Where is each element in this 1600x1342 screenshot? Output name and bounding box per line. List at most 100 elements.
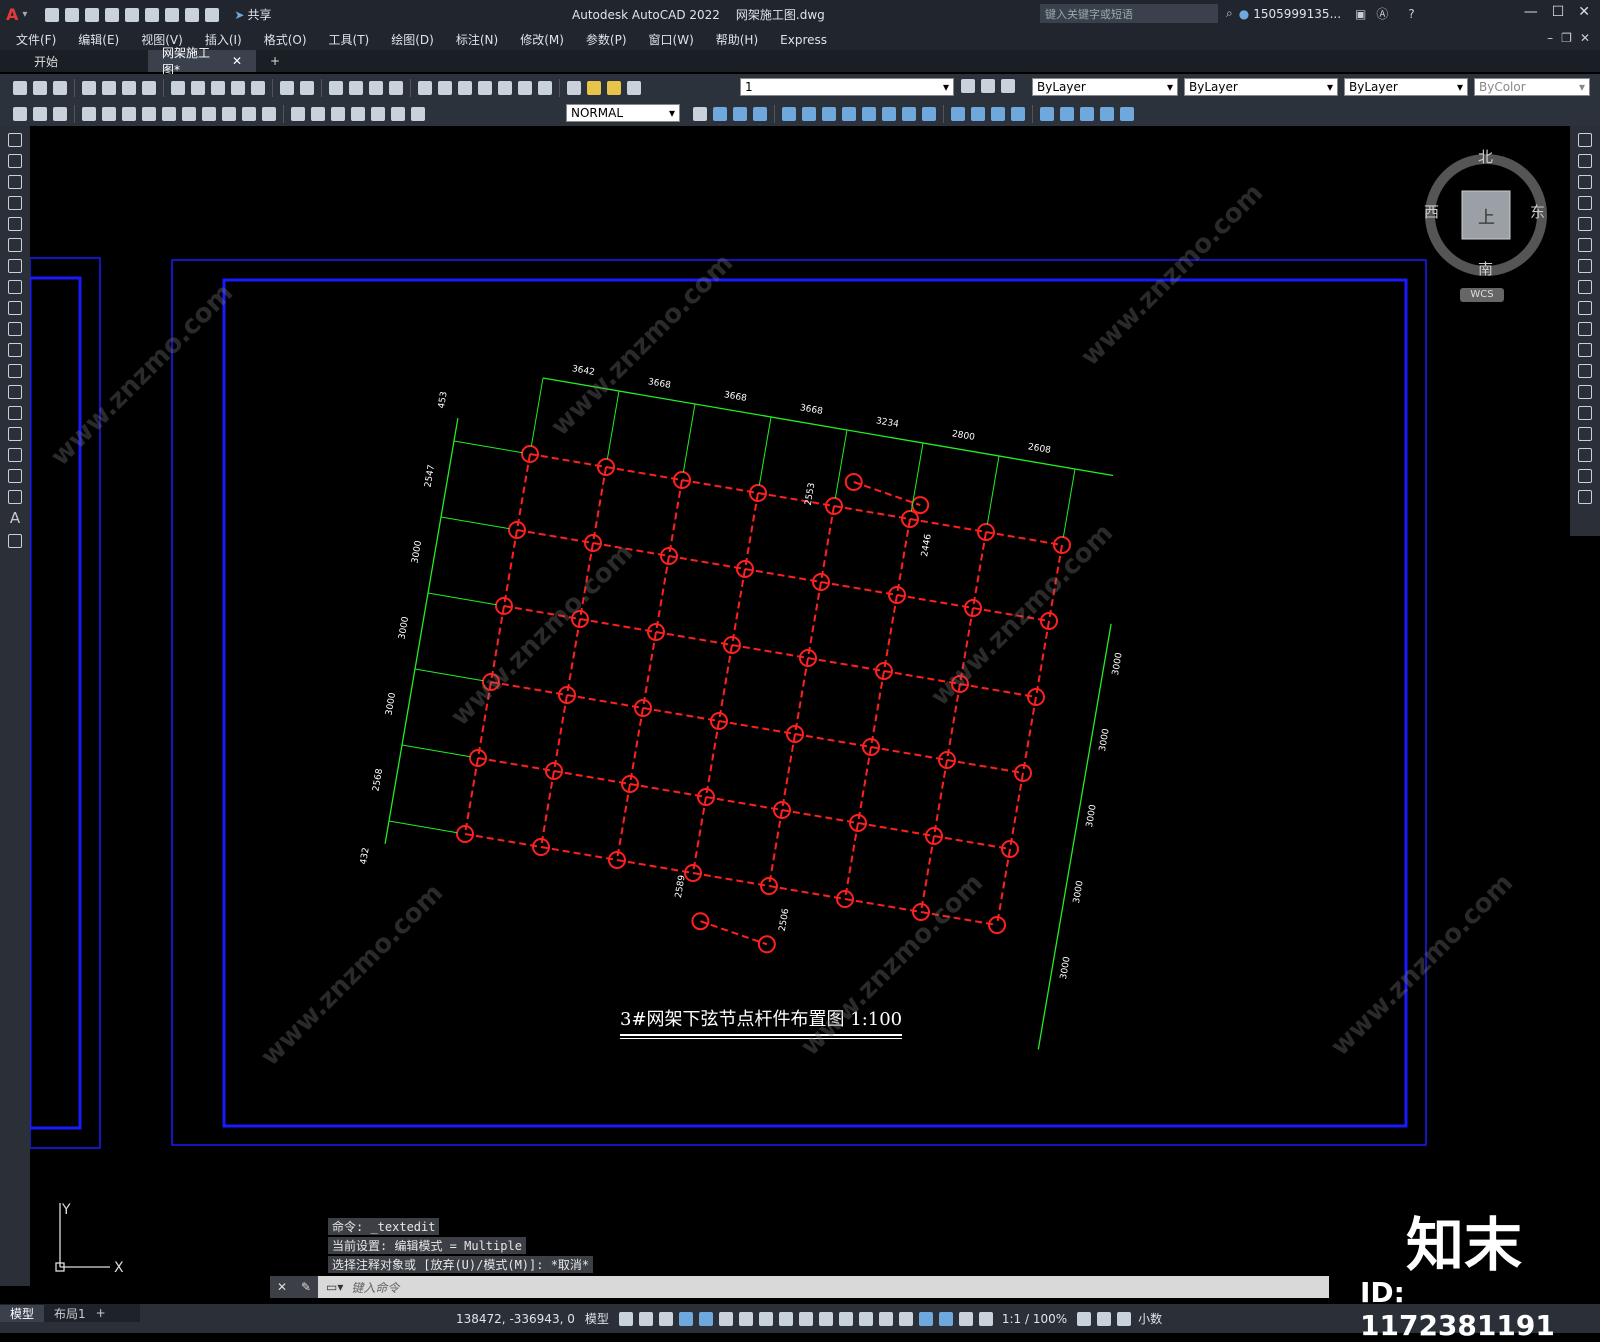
explode-icon[interactable] <box>1578 490 1592 504</box>
mirror-icon[interactable] <box>1578 175 1592 189</box>
layer-previous-icon[interactable] <box>981 79 995 93</box>
view-icon-1[interactable] <box>713 107 727 121</box>
model-space-button[interactable]: 模型 <box>585 1310 609 1327</box>
save-tb-icon[interactable] <box>53 81 67 95</box>
solid-icon-3[interactable] <box>1080 107 1094 121</box>
dim-arc-icon[interactable] <box>53 107 67 121</box>
user-name[interactable]: 1505999135... <box>1253 7 1341 21</box>
offset-icon[interactable] <box>1578 196 1592 210</box>
search-icon[interactable]: ⌕ <box>1226 6 1233 21</box>
extend-icon[interactable] <box>1578 343 1592 357</box>
doc-close-icon[interactable]: ✕ <box>1580 31 1590 45</box>
lineweight-dropdown[interactable]: ByLayer ▾ <box>1344 78 1468 96</box>
linetype-dropdown[interactable]: ByLayer ▾ <box>1184 78 1338 96</box>
plotstyle-dropdown[interactable]: ByColor ▾ <box>1474 78 1590 96</box>
join-icon[interactable] <box>1578 406 1592 420</box>
menu-modify[interactable]: 修改(M) <box>520 31 564 48</box>
color-dropdown[interactable]: ByLayer ▾ <box>1032 78 1178 96</box>
grid-icon[interactable] <box>618 1311 633 1326</box>
annotation-scale-icon[interactable] <box>978 1311 993 1326</box>
ortho-icon[interactable] <box>698 1311 713 1326</box>
solid-icon-5[interactable] <box>1120 107 1134 121</box>
make-current-layer-icon[interactable] <box>961 79 975 93</box>
open-file-icon[interactable] <box>65 7 80 22</box>
viewcube[interactable]: 北 南 东 西 上 WCS <box>1424 140 1554 320</box>
layer-dropdown[interactable]: 1 ▾ <box>740 78 954 96</box>
revcloud-icon[interactable] <box>8 280 22 294</box>
solid-icon-1[interactable] <box>1040 107 1054 121</box>
auto-scale-icon[interactable] <box>958 1311 973 1326</box>
circle-icon[interactable] <box>8 259 22 273</box>
dim-space-icon[interactable] <box>242 107 256 121</box>
minimize-icon[interactable]: — <box>1524 4 1538 20</box>
tab-start[interactable]: 开始 <box>20 50 148 72</box>
redo-tb-icon[interactable] <box>300 81 314 95</box>
polar-icon[interactable] <box>718 1311 733 1326</box>
save-icon[interactable] <box>85 7 100 22</box>
coordinates-readout[interactable]: 138472, -336943, 0 <box>456 1312 575 1326</box>
annotation-visibility-icon[interactable] <box>938 1311 953 1326</box>
fillet-icon[interactable] <box>1578 448 1592 462</box>
undo-tb-icon[interactable] <box>280 81 294 95</box>
copy-object-icon[interactable] <box>1578 154 1592 168</box>
dim-edit-icon[interactable] <box>371 107 385 121</box>
xline-icon[interactable] <box>8 154 22 168</box>
viewcube-top-face[interactable]: 上 <box>1478 203 1495 228</box>
insert-block-icon[interactable] <box>8 364 22 378</box>
point-icon[interactable] <box>8 406 22 420</box>
mtext-icon[interactable]: A <box>0 509 30 527</box>
view-icon-2[interactable] <box>733 107 747 121</box>
publish-icon[interactable] <box>125 7 140 22</box>
layer-state-icon[interactable] <box>1001 79 1015 93</box>
isodraft-icon[interactable] <box>738 1311 753 1326</box>
user-icon[interactable]: ● <box>1239 7 1249 21</box>
new-tab-button[interactable]: + <box>256 50 294 72</box>
undo-icon[interactable] <box>185 7 200 22</box>
add-selected-icon[interactable] <box>8 534 22 548</box>
jogged-linear-icon[interactable] <box>351 107 365 121</box>
qnew-icon[interactable] <box>13 81 27 95</box>
scale-icon[interactable] <box>1578 280 1592 294</box>
dim-angular-icon[interactable] <box>162 107 176 121</box>
move-icon[interactable] <box>1578 238 1592 252</box>
properties-icon[interactable] <box>418 81 432 95</box>
break-at-point-icon[interactable] <box>1578 364 1592 378</box>
doc-restore-icon[interactable]: ❐ <box>1561 31 1572 45</box>
blend-curves-icon[interactable] <box>1578 469 1592 483</box>
tab-model[interactable]: 模型 <box>0 1304 45 1322</box>
dynamic-ucs-icon[interactable] <box>878 1311 893 1326</box>
help-tb-icon[interactable] <box>538 81 552 95</box>
maximize-icon[interactable]: ☐ <box>1552 4 1565 20</box>
visual-style-icon-2[interactable] <box>971 107 985 121</box>
ucs-icon-2[interactable] <box>802 107 816 121</box>
markup-icon[interactable] <box>498 81 512 95</box>
zoom-realtime-icon[interactable] <box>349 81 363 95</box>
infer-constraints-icon[interactable] <box>658 1311 673 1326</box>
ucs-icon-4[interactable] <box>842 107 856 121</box>
visual-style-icon-1[interactable] <box>951 107 965 121</box>
customize-icon[interactable]: ✎ <box>294 1276 318 1298</box>
help-icon[interactable]: ? <box>1408 7 1414 21</box>
selection-filter-icon[interactable] <box>898 1311 913 1326</box>
copy-icon[interactable] <box>191 81 205 95</box>
quickcalc-icon[interactable] <box>518 81 532 95</box>
ellipse-icon[interactable] <box>8 322 22 336</box>
menu-dimension[interactable]: 标注(N) <box>456 31 498 48</box>
polyline-icon[interactable] <box>8 175 22 189</box>
ucs-icon-5[interactable] <box>862 107 876 121</box>
view-icon-3[interactable] <box>753 107 767 121</box>
layer-properties-icon[interactable] <box>567 81 581 95</box>
viewcube-west[interactable]: 西 <box>1424 201 1439 222</box>
sheet-set-icon[interactable] <box>478 81 492 95</box>
menu-parametric[interactable]: 参数(P) <box>586 31 627 48</box>
dimstyle-manager-icon[interactable] <box>693 107 707 121</box>
command-prompt-icon[interactable]: ▭▾ <box>326 1280 343 1294</box>
annotation-monitor-icon[interactable] <box>1097 1311 1112 1326</box>
publish-tb-icon[interactable] <box>122 81 136 95</box>
snap-icon[interactable] <box>638 1311 653 1326</box>
cart-icon[interactable]: ▣ <box>1355 7 1366 21</box>
viewcube-south[interactable]: 南 <box>1478 258 1493 279</box>
lineweight-icon[interactable] <box>798 1311 813 1326</box>
inspection-icon[interactable] <box>331 107 345 121</box>
print-icon[interactable] <box>165 7 180 22</box>
